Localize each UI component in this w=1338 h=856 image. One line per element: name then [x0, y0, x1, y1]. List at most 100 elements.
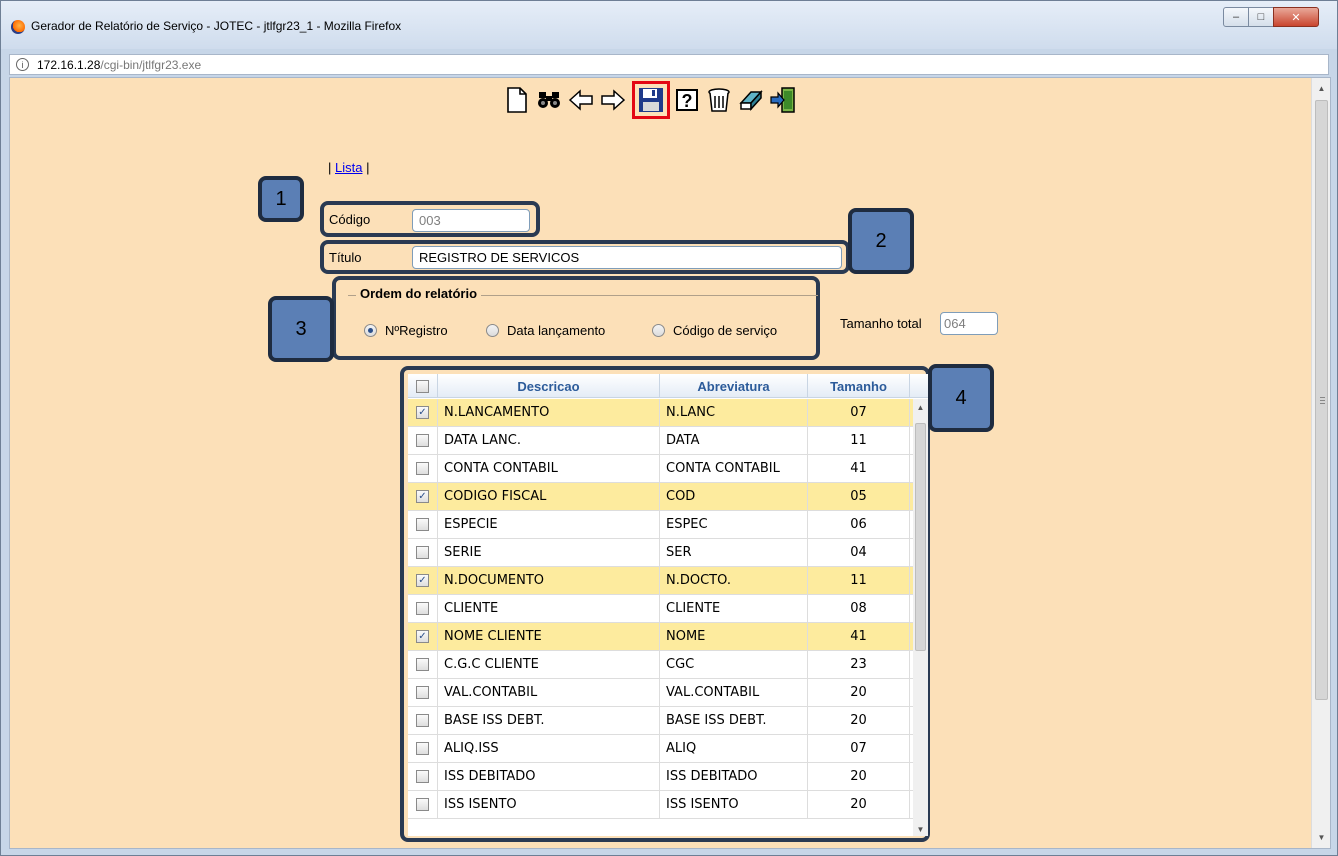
row-checkbox[interactable] [416, 742, 429, 755]
row-checkbox[interactable] [416, 546, 429, 559]
address-bar[interactable]: i 172.16.1.28/cgi-bin/jtlfgr23.exe [9, 54, 1329, 75]
minimize-button[interactable]: – [1223, 7, 1249, 27]
row-checkbox[interactable] [416, 602, 429, 615]
table-row[interactable]: ✓ CODIGO FISCAL COD 05 [408, 483, 913, 511]
table-row[interactable]: SERIE SER 04 [408, 539, 913, 567]
row-checkbox-cell: ✓ [408, 567, 438, 594]
table-row[interactable]: ISS DEBITADO ISS DEBITADO 20 [408, 763, 913, 791]
cell-descricao: DATA LANC. [438, 427, 660, 454]
select-all-cell [408, 374, 438, 398]
radio-codigo-servico[interactable]: Código de serviço [652, 323, 777, 338]
search-binoculars-icon[interactable] [534, 85, 564, 115]
fields-table: Descricao Abreviatura Tamanho ✓ N.LANCAME… [408, 374, 928, 836]
radio-data-lancamento[interactable]: Data lançamento [486, 323, 605, 338]
table-scroll-down-icon[interactable]: ▼ [913, 825, 928, 834]
row-checkbox-cell: ✓ [408, 623, 438, 650]
next-arrow-icon[interactable] [598, 85, 628, 115]
cell-abreviatura: CGC [660, 651, 808, 678]
cell-abreviatura: ALIQ [660, 735, 808, 762]
row-checkbox[interactable] [416, 714, 429, 727]
tamanho-total-input[interactable] [940, 312, 998, 335]
nav-line: | Lista | [328, 160, 369, 175]
codigo-input[interactable] [412, 209, 530, 232]
table-row[interactable]: ✓ N.DOCUMENTO N.DOCTO. 11 [408, 567, 913, 595]
page-scroll-thumb[interactable] [1315, 100, 1328, 700]
row-checkbox[interactable]: ✓ [416, 574, 429, 587]
header-tamanho[interactable]: Tamanho [808, 374, 910, 398]
previous-arrow-icon[interactable] [566, 85, 596, 115]
exit-icon[interactable] [768, 85, 798, 115]
lista-link[interactable]: Lista [335, 160, 362, 175]
save-floppy-icon[interactable] [632, 81, 670, 119]
table-row[interactable]: ✓ NOME CLIENTE NOME 41 [408, 623, 913, 651]
row-checkbox[interactable] [416, 462, 429, 475]
row-checkbox[interactable]: ✓ [416, 630, 429, 643]
row-checkbox[interactable] [416, 518, 429, 531]
page-scroll-up-icon[interactable]: ▲ [1312, 80, 1330, 97]
row-checkbox-cell [408, 539, 438, 566]
row-checkbox-cell [408, 679, 438, 706]
table-row[interactable]: ISS ISENTO ISS ISENTO 20 [408, 791, 913, 819]
window-controls: – □ ✕ [1223, 7, 1319, 27]
radio-codigo-servico-label: Código de serviço [673, 323, 778, 338]
nav-separator-right: | [362, 160, 370, 175]
firefox-logo-icon [11, 20, 25, 34]
row-checkbox[interactable] [416, 798, 429, 811]
table-row[interactable]: C.G.C CLIENTE CGC 23 [408, 651, 913, 679]
row-checkbox[interactable]: ✓ [416, 406, 429, 419]
cell-descricao: CLIENTE [438, 595, 660, 622]
cell-descricao: VAL.CONTABIL [438, 679, 660, 706]
tamanho-total-label: Tamanho total [840, 316, 922, 331]
select-all-checkbox[interactable] [416, 379, 429, 393]
delete-trash-icon[interactable] [704, 85, 734, 115]
new-document-icon[interactable] [502, 85, 532, 115]
table-scroll-up-icon[interactable]: ▲ [913, 403, 928, 412]
titulo-label: Título [329, 250, 362, 265]
cell-tamanho: 11 [808, 567, 910, 594]
cell-descricao: CODIGO FISCAL [438, 483, 660, 510]
help-icon[interactable]: ? [672, 85, 702, 115]
cell-descricao: BASE ISS DEBT. [438, 707, 660, 734]
table-row[interactable]: DATA LANC. DATA 11 [408, 427, 913, 455]
header-descricao[interactable]: Descricao [438, 374, 660, 398]
radio-data-lancamento-control[interactable] [486, 324, 499, 337]
row-checkbox[interactable] [416, 770, 429, 783]
page-scrollbar[interactable]: ▲ ▼ [1311, 78, 1330, 848]
radio-codigo-servico-control[interactable] [652, 324, 665, 337]
table-row[interactable]: CLIENTE CLIENTE 08 [408, 595, 913, 623]
table-row[interactable]: ✓ N.LANCAMENTO N.LANC 07 [408, 399, 913, 427]
cell-descricao: SERIE [438, 539, 660, 566]
cell-tamanho: 04 [808, 539, 910, 566]
table-scroll-thumb[interactable] [915, 423, 926, 651]
row-checkbox[interactable] [416, 658, 429, 671]
table-row[interactable]: ALIQ.ISS ALIQ 07 [408, 735, 913, 763]
radio-nregistro[interactable]: NºRegistro [364, 323, 448, 338]
cell-abreviatura: ISS ISENTO [660, 791, 808, 818]
cell-abreviatura: VAL.CONTABIL [660, 679, 808, 706]
table-row[interactable]: VAL.CONTABIL VAL.CONTABIL 20 [408, 679, 913, 707]
table-row[interactable]: ESPECIE ESPEC 06 [408, 511, 913, 539]
action-toolbar: ? [502, 81, 800, 119]
close-button[interactable]: ✕ [1273, 7, 1319, 27]
radio-nregistro-control[interactable] [364, 324, 377, 337]
table-row[interactable]: CONTA CONTABIL CONTA CONTABIL 41 [408, 455, 913, 483]
titulo-input[interactable] [412, 246, 842, 269]
cell-tamanho: 23 [808, 651, 910, 678]
cell-descricao: ISS ISENTO [438, 791, 660, 818]
maximize-button[interactable]: □ [1248, 7, 1274, 27]
page-scroll-down-icon[interactable]: ▼ [1312, 829, 1330, 846]
row-checkbox[interactable] [416, 686, 429, 699]
cell-descricao: NOME CLIENTE [438, 623, 660, 650]
eraser-icon[interactable] [736, 85, 766, 115]
cell-tamanho: 06 [808, 511, 910, 538]
header-abreviatura[interactable]: Abreviatura [660, 374, 808, 398]
table-scrollbar[interactable]: ▲ ▼ [913, 399, 928, 836]
table-row[interactable]: BASE ISS DEBT. BASE ISS DEBT. 20 [408, 707, 913, 735]
table-body: ✓ N.LANCAMENTO N.LANC 07 DATA LANC. DATA 11 CON… [408, 399, 913, 819]
radio-nregistro-label: NºRegistro [385, 323, 448, 338]
info-icon[interactable]: i [16, 58, 29, 71]
cell-abreviatura: N.LANC [660, 399, 808, 426]
svg-text:?: ? [682, 91, 693, 111]
row-checkbox[interactable]: ✓ [416, 490, 429, 503]
row-checkbox[interactable] [416, 434, 429, 447]
